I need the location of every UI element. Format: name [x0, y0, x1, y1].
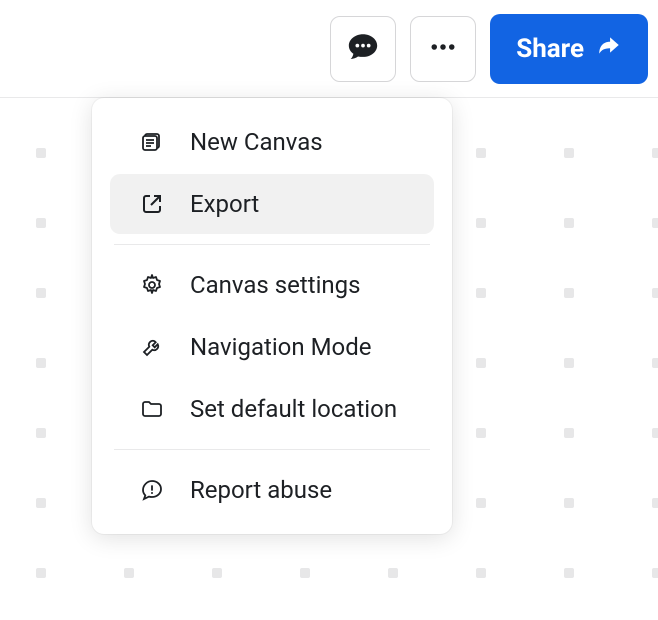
menu-item-label: Navigation Mode — [190, 333, 371, 361]
grid-dot — [652, 568, 658, 578]
menu-separator — [114, 244, 430, 245]
grid-dot — [212, 568, 222, 578]
grid-dot — [652, 498, 658, 508]
menu-item-set-default-location[interactable]: Set default location — [110, 379, 434, 439]
folder-icon — [138, 395, 166, 423]
grid-dot — [564, 568, 574, 578]
grid-dot — [388, 568, 398, 578]
chat-bubble-icon — [346, 30, 380, 68]
menu-item-label: Canvas settings — [190, 271, 361, 299]
grid-dot — [36, 148, 46, 158]
grid-dot — [476, 358, 486, 368]
menu-item-label: Export — [190, 190, 259, 218]
menu-item-navigation-mode[interactable]: Navigation Mode — [110, 317, 434, 377]
grid-dot — [36, 498, 46, 508]
share-arrow-icon — [596, 32, 622, 65]
menu-item-label: New Canvas — [190, 128, 323, 156]
grid-dot — [476, 148, 486, 158]
grid-dot — [564, 288, 574, 298]
grid-dot — [652, 288, 658, 298]
grid-dot — [476, 428, 486, 438]
ellipsis-icon — [428, 32, 458, 66]
grid-dot — [652, 358, 658, 368]
new-canvas-icon — [138, 128, 166, 156]
comments-button[interactable] — [330, 16, 396, 82]
topbar: Share — [0, 0, 658, 98]
menu-item-canvas-settings[interactable]: Canvas settings — [110, 255, 434, 315]
grid-dot — [564, 148, 574, 158]
grid-dot — [124, 568, 134, 578]
dropdown-menu: New Canvas Export Canvas settings Navig — [92, 98, 452, 534]
gear-icon — [138, 271, 166, 299]
menu-separator — [114, 449, 430, 450]
menu-item-label: Report abuse — [190, 476, 332, 504]
grid-dot — [36, 288, 46, 298]
grid-dot — [476, 568, 486, 578]
grid-dot — [36, 358, 46, 368]
grid-dot — [476, 288, 486, 298]
menu-item-label: Set default location — [190, 395, 397, 423]
menu-item-export[interactable]: Export — [110, 174, 434, 234]
grid-dot — [36, 218, 46, 228]
grid-dot — [476, 218, 486, 228]
menu-item-new-canvas[interactable]: New Canvas — [110, 112, 434, 172]
grid-dot — [564, 498, 574, 508]
grid-dot — [652, 148, 658, 158]
grid-dot — [652, 218, 658, 228]
grid-dot — [36, 568, 46, 578]
grid-dot — [652, 428, 658, 438]
report-icon — [138, 476, 166, 504]
menu-item-report-abuse[interactable]: Report abuse — [110, 460, 434, 520]
grid-dot — [300, 568, 310, 578]
grid-dot — [36, 428, 46, 438]
grid-dot — [564, 218, 574, 228]
share-button-label: Share — [516, 34, 584, 64]
grid-dot — [476, 498, 486, 508]
grid-dot — [564, 428, 574, 438]
wrench-icon — [138, 333, 166, 361]
more-options-button[interactable] — [410, 16, 476, 82]
export-icon — [138, 190, 166, 218]
grid-dot — [564, 358, 574, 368]
share-button[interactable]: Share — [490, 14, 648, 84]
